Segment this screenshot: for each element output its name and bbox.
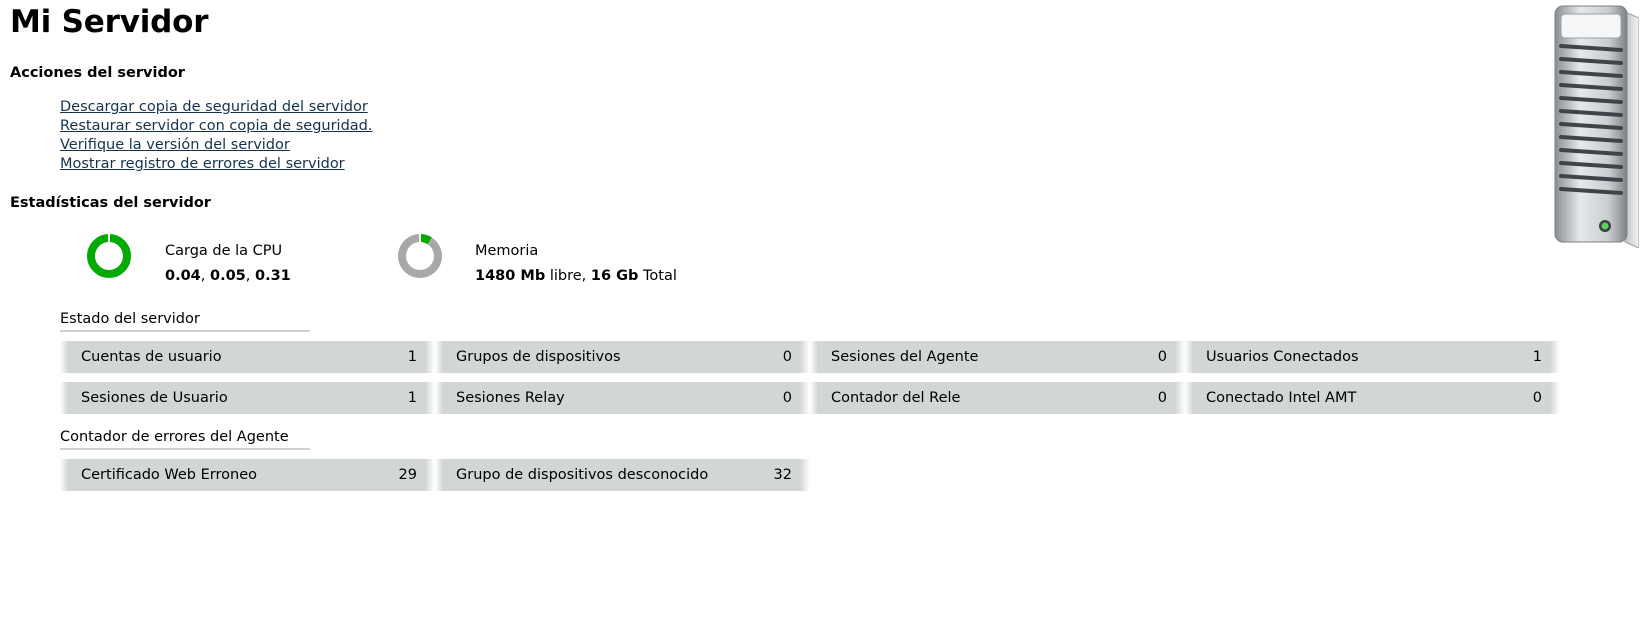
status-value: 0	[782, 349, 792, 365]
status-cell-user-accounts: Cuentas de usuario 1	[60, 341, 435, 373]
status-cell-user-sessions: Sesiones de Usuario 1	[60, 382, 435, 414]
error-label: Certificado Web Erroneo	[81, 467, 257, 483]
cpu-load-1min: 0.04	[165, 268, 201, 284]
cpu-load-label: Carga de la CPU	[165, 243, 283, 259]
status-cell-intel-amt: Conectado Intel AMT 0	[1185, 382, 1560, 414]
cpu-load-values: 0.04, 0.05, 0.31	[165, 267, 291, 285]
status-label: Cuentas de usuario	[81, 349, 222, 365]
status-cell-relay-count: Contador del Rele 0	[810, 382, 1185, 414]
agent-errors-heading: Contador de errores del Agente	[60, 428, 310, 450]
error-cell-unknown-group: Grupo de dispositivos desconocido 32	[435, 459, 810, 491]
status-value: 1	[407, 349, 417, 365]
error-cell-bad-web-cert: Certificado Web Erroneo 29	[60, 459, 435, 491]
server-actions-list: Descargar copia de seguridad del servido…	[60, 98, 372, 174]
memory-label: Memoria	[475, 243, 539, 259]
status-label: Sesiones Relay	[456, 390, 565, 406]
download-backup-link[interactable]: Descargar copia de seguridad del servido…	[60, 98, 372, 117]
error-value: 29	[398, 467, 417, 483]
status-cell-relay-sessions: Sesiones Relay 0	[435, 382, 810, 414]
page-title: Mi Servidor	[10, 4, 209, 40]
error-label: Grupo de dispositivos desconocido	[456, 467, 709, 483]
status-label: Grupos de dispositivos	[456, 349, 621, 365]
status-label: Sesiones de Usuario	[81, 390, 228, 406]
cpu-load-15min: 0.31	[255, 268, 291, 284]
status-cell-connected-users: Usuarios Conectados 1	[1185, 341, 1560, 373]
memory-gauge	[398, 234, 442, 278]
memory-total: 16 Gb	[590, 268, 639, 284]
cpu-load-separator: ,	[245, 268, 255, 284]
memory-values: 1480 Mb libre, 16 Gb Total	[475, 267, 677, 285]
cpu-gauge	[87, 234, 131, 278]
show-error-log-link[interactable]: Mostrar registro de errores del servidor	[60, 155, 372, 174]
cpu-load-separator: ,	[200, 268, 210, 284]
status-value: 0	[782, 390, 792, 406]
status-label: Conectado Intel AMT	[1206, 390, 1357, 406]
server-stats-heading: Estadísticas del servidor	[10, 195, 211, 211]
memory-free-word: libre,	[545, 268, 591, 284]
cpu-load-5min: 0.05	[210, 268, 246, 284]
status-cell-device-groups: Grupos de dispositivos 0	[435, 341, 810, 373]
memory-total-word: Total	[638, 268, 677, 284]
status-value: 0	[1157, 349, 1167, 365]
restore-backup-link[interactable]: Restaurar servidor con copia de segurida…	[60, 117, 372, 136]
server-actions-heading: Acciones del servidor	[10, 65, 185, 81]
status-label: Usuarios Conectados	[1206, 349, 1359, 365]
status-label: Contador del Rele	[831, 390, 961, 406]
status-value: 0	[1157, 390, 1167, 406]
status-cell-agent-sessions: Sesiones del Agente 0	[810, 341, 1185, 373]
status-value: 1	[407, 390, 417, 406]
error-value: 32	[773, 467, 792, 483]
status-value: 0	[1532, 390, 1542, 406]
memory-free: 1480 Mb	[475, 268, 546, 284]
status-label: Sesiones del Agente	[831, 349, 979, 365]
check-version-link[interactable]: Verifique la versión del servidor	[60, 136, 372, 155]
server-status-heading: Estado del servidor	[60, 310, 310, 332]
status-value: 1	[1532, 349, 1542, 365]
server-tower-icon	[1554, 5, 1639, 248]
